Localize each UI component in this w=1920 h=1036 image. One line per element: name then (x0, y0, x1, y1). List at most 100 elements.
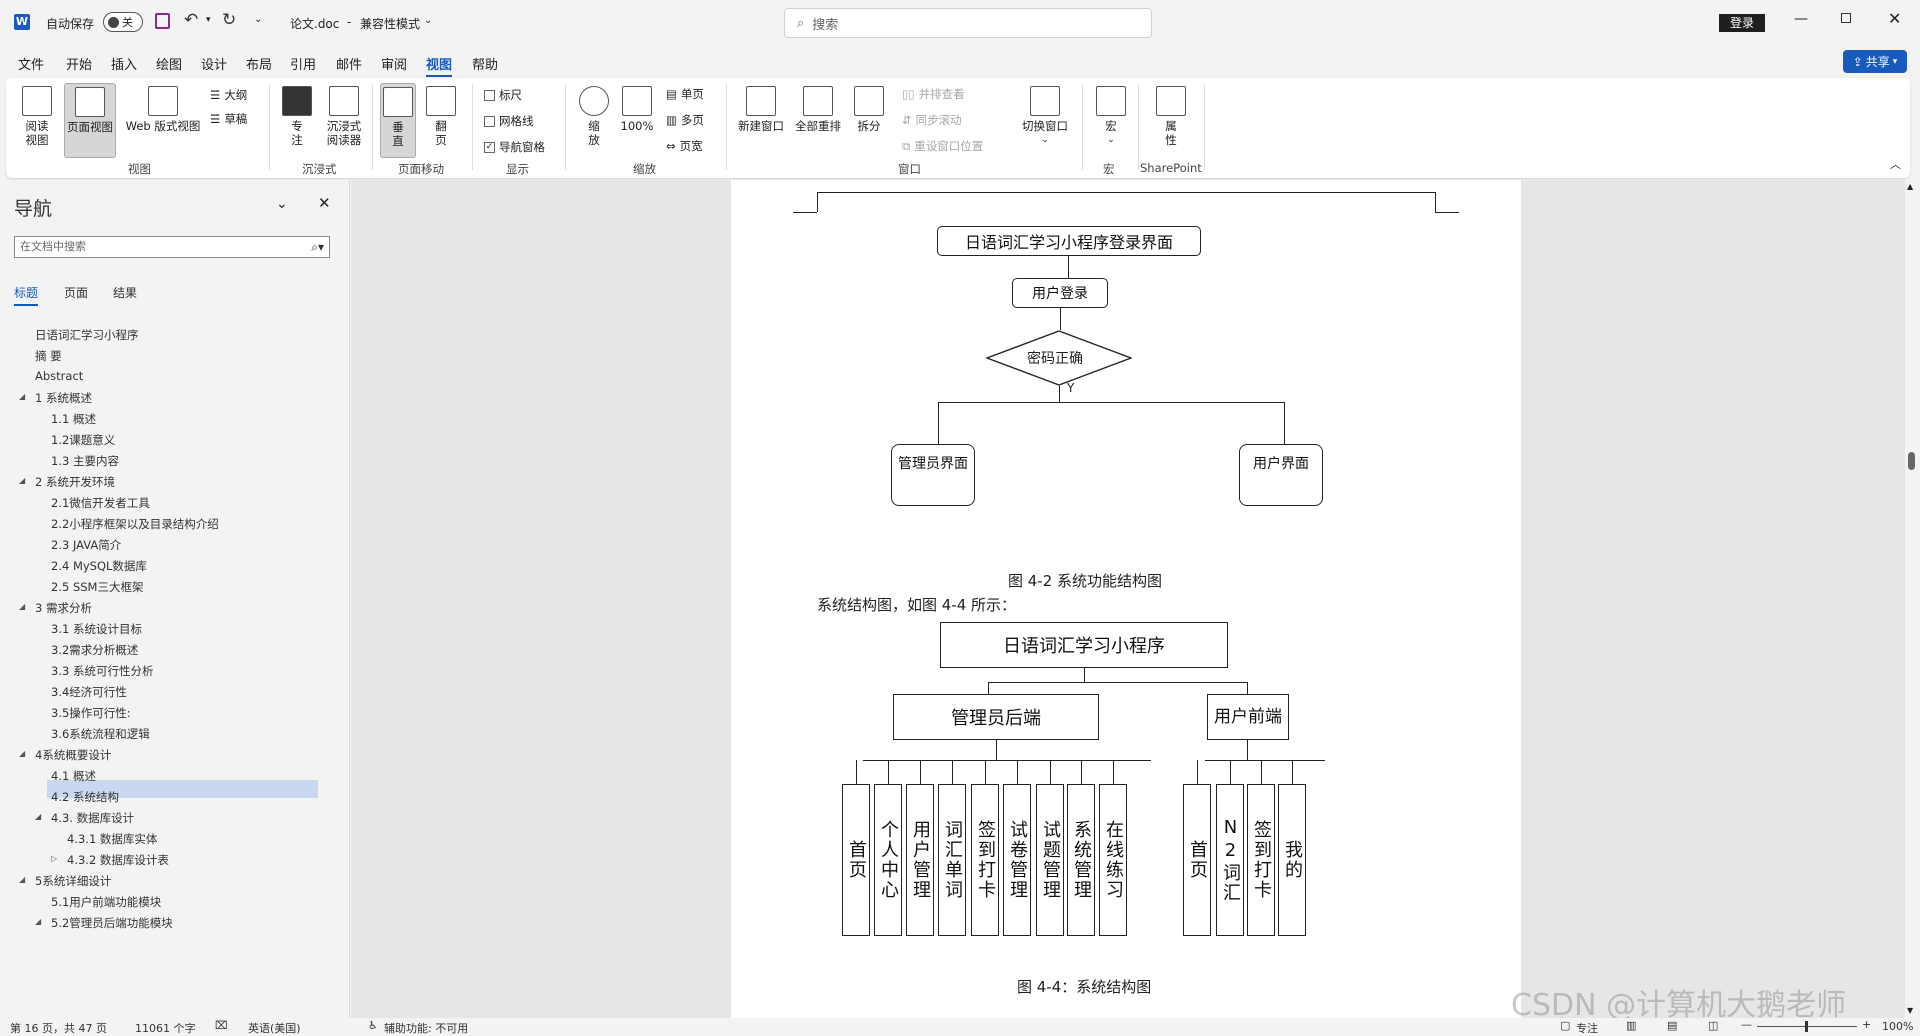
collapse-triangle-icon[interactable]: ◢ (19, 476, 25, 485)
view-side-by-side-button[interactable]: ▯▯ 并排查看 (902, 86, 965, 102)
switch-windows-button[interactable]: 切换窗口 ⌄ (1018, 86, 1072, 147)
focus-mode-icon[interactable]: ▢ (1560, 1019, 1570, 1032)
nav-heading-item[interactable]: 2.4 MySQL数据库 (51, 558, 147, 574)
autosave-toggle[interactable]: 关 (103, 12, 143, 32)
nav-search-icon[interactable]: ⌕▾ (311, 237, 324, 257)
nav-options-chevron-icon[interactable]: ⌄ (276, 196, 288, 212)
status-language[interactable]: 英语(美国) (248, 1020, 301, 1036)
menu-review[interactable]: 审阅 (381, 54, 407, 73)
one-page-button[interactable]: ▤ 单页 (666, 86, 704, 102)
close-window-icon[interactable]: ✕ (1888, 9, 1901, 28)
compat-mode[interactable]: 兼容性模式 (360, 15, 420, 32)
menu-file[interactable]: 文件 (18, 54, 44, 73)
menu-references[interactable]: 引用 (290, 54, 316, 73)
nav-heading-item[interactable]: 4系统概要设计 (35, 747, 111, 763)
collapse-triangle-icon[interactable]: ◢ (19, 392, 25, 401)
tab-results[interactable]: 结果 (113, 284, 137, 301)
nav-heading-item[interactable]: 4.3.1 数据库实体 (67, 831, 157, 847)
collapse-triangle-icon[interactable]: ◢ (19, 749, 25, 758)
vertical-button[interactable]: 垂 直 (380, 83, 416, 158)
nav-heading-item[interactable]: 2.5 SSM三大框架 (51, 579, 143, 595)
nav-heading-item[interactable]: 2.1微信开发者工具 (51, 495, 150, 511)
login-button[interactable]: 登录 (1719, 14, 1765, 32)
status-focus[interactable]: 专注 (1576, 1020, 1598, 1036)
collapse-triangle-icon[interactable]: ◢ (19, 875, 25, 884)
print-layout-button[interactable]: 页面视图 (64, 83, 116, 158)
menu-layout[interactable]: 布局 (246, 54, 272, 73)
properties-button[interactable]: 属 性 (1154, 86, 1188, 147)
arrange-all-button[interactable]: 全部重排 (792, 86, 844, 133)
nav-heading-item[interactable]: 5系统详细设计 (35, 873, 111, 889)
split-button[interactable]: 拆分 (852, 86, 886, 133)
nav-heading-item[interactable]: 2.2小程序框架以及目录结构介绍 (51, 516, 219, 532)
scroll-down-icon[interactable]: ▼ (1907, 1006, 1913, 1015)
compat-mode-chevron-icon[interactable]: ⌄ (424, 15, 432, 26)
menu-help[interactable]: 帮助 (472, 54, 498, 73)
nav-heading-item[interactable]: 2.3 JAVA简介 (51, 537, 121, 553)
ruler-checkbox[interactable]: 标尺 (484, 87, 522, 103)
read-mode-button[interactable]: 阅读 视图 (20, 86, 54, 147)
minimize-icon[interactable]: — (1794, 11, 1808, 27)
collapse-triangle-icon[interactable]: ◢ (35, 812, 41, 821)
share-button[interactable]: ⇪ 共享 ▾ (1843, 50, 1907, 73)
nav-heading-item[interactable]: 4.3. 数据库设计 (51, 810, 134, 826)
nav-heading-item[interactable]: 5.2管理员后端功能模块 (51, 915, 173, 931)
outline-button[interactable]: ☰ 大纲 (210, 87, 247, 103)
undo-icon[interactable]: ↶ (184, 10, 198, 30)
collapse-triangle-icon[interactable]: ◢ (19, 602, 25, 611)
nav-heading-item[interactable]: 5.1用户前端功能模块 (51, 894, 161, 910)
new-window-button[interactable]: 新建窗口 (736, 86, 786, 133)
restore-icon[interactable] (1841, 13, 1851, 23)
expand-triangle-icon[interactable]: ▷ (51, 854, 57, 863)
nav-heading-item[interactable]: 3.1 系统设计目标 (51, 621, 142, 637)
vertical-scrollbar[interactable] (1905, 180, 1917, 1018)
nav-heading-item[interactable]: 1.3 主要内容 (51, 453, 119, 469)
status-page-count[interactable]: 第 16 页，共 47 页 (10, 1020, 107, 1036)
print-view-icon[interactable]: ▤ (1667, 1019, 1677, 1032)
web-view-icon[interactable]: ◫ (1708, 1019, 1718, 1032)
nav-heading-item[interactable]: 日语词汇学习小程序 (35, 327, 139, 343)
menu-design[interactable]: 设计 (201, 54, 227, 73)
nav-heading-item[interactable]: Abstract (35, 369, 83, 383)
zoom-button[interactable]: 缩 放 (578, 86, 610, 147)
menu-home[interactable]: 开始 (66, 54, 92, 73)
focus-button[interactable]: 专 注 (282, 86, 312, 147)
nav-search-input[interactable]: 在文档中搜索 ⌕▾ (14, 236, 330, 258)
customize-qat-icon[interactable]: ⌄ (254, 14, 262, 25)
immersive-reader-button[interactable]: 沉浸式 阅读器 (320, 86, 368, 147)
undo-dropdown-icon[interactable]: ▾ (206, 15, 211, 25)
tab-headings[interactable]: 标题 (14, 284, 39, 306)
page-width-button[interactable]: ⇔ 页宽 (666, 138, 703, 154)
zoom-slider-thumb[interactable] (1805, 1021, 1808, 1032)
macros-button[interactable]: 宏 ⌄ (1094, 86, 1128, 147)
save-icon[interactable] (155, 13, 170, 29)
nav-heading-item[interactable]: 1.2课题意义 (51, 432, 115, 448)
nav-heading-item[interactable]: 1.1 概述 (51, 411, 96, 427)
nav-heading-item[interactable]: 3.2需求分析概述 (51, 642, 138, 658)
proofing-icon[interactable]: ⌧ (215, 1019, 228, 1032)
menu-mailings[interactable]: 邮件 (336, 54, 362, 73)
nav-heading-item[interactable]: 4.3.2 数据库设计表 (67, 852, 169, 868)
menu-draw[interactable]: 绘图 (156, 54, 182, 73)
nav-heading-item[interactable]: 摘 要 (35, 348, 62, 364)
nav-heading-item[interactable]: 4.1 概述 (51, 768, 96, 784)
nav-heading-item[interactable]: 4.2 系统结构 (51, 789, 119, 805)
nav-close-icon[interactable]: ✕ (318, 194, 331, 212)
scrollbar-thumb[interactable] (1908, 452, 1915, 470)
status-zoom[interactable]: 100% (1882, 1020, 1913, 1033)
zoom-in-icon[interactable]: + (1862, 1018, 1871, 1031)
nav-heading-item[interactable]: 3.6系统流程和逻辑 (51, 726, 150, 742)
redo-icon[interactable]: ↻ (222, 10, 236, 30)
web-layout-button[interactable]: Web 版式视图 (120, 86, 206, 133)
nav-heading-item[interactable]: 3.3 系统可行性分析 (51, 663, 153, 679)
search-box[interactable]: ⌕ 搜索 (784, 8, 1152, 38)
collapse-triangle-icon[interactable]: ◢ (35, 917, 41, 926)
zoom-out-icon[interactable]: — (1741, 1018, 1752, 1031)
menu-view[interactable]: 视图 (426, 54, 453, 77)
draft-button[interactable]: ☰ 草稿 (210, 111, 247, 127)
nav-heading-item[interactable]: 3.5操作可行性: (51, 705, 131, 721)
nav-heading-item[interactable]: 2 系统开发环境 (35, 474, 115, 490)
tab-pages[interactable]: 页面 (64, 284, 88, 301)
side-to-side-button[interactable]: 翻 页 (423, 86, 459, 147)
collapse-ribbon-icon[interactable]: ︿ (1890, 156, 1901, 172)
